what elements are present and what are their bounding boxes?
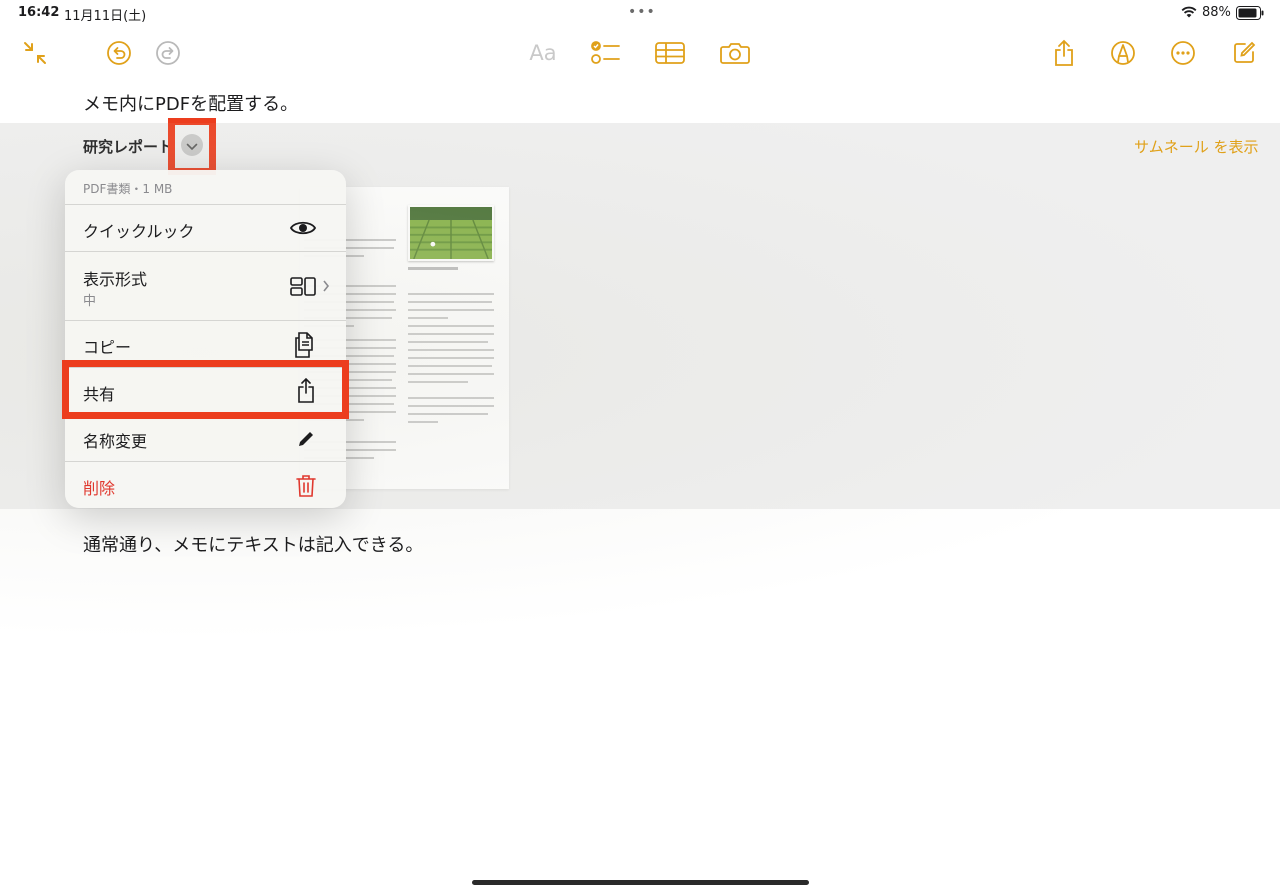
note-text-line-1[interactable]: メモ内にPDFを配置する。 xyxy=(83,90,298,116)
more-button[interactable] xyxy=(1163,33,1203,73)
pdf-text-line xyxy=(408,349,494,351)
share-note-button[interactable] xyxy=(1044,33,1084,73)
pdf-text-line xyxy=(408,301,492,303)
pdf-text-line xyxy=(408,357,494,359)
menu-item-delete[interactable]: 削除 xyxy=(65,461,346,508)
markup-button[interactable] xyxy=(1103,33,1143,73)
menu-item-rename[interactable]: 名称変更 xyxy=(65,414,346,461)
more-icon xyxy=(1170,40,1196,66)
home-indicator[interactable] xyxy=(472,880,809,885)
compose-icon xyxy=(1232,41,1256,65)
eye-icon xyxy=(290,219,316,237)
status-time: 16:42 xyxy=(18,5,60,20)
menu-item-label: 名称変更 xyxy=(83,432,148,451)
menu-item-view-as[interactable]: 表示形式 中 xyxy=(65,251,346,320)
show-thumbnails-link[interactable]: サムネール を表示 xyxy=(1134,136,1258,157)
multitask-dots[interactable]: ••• xyxy=(628,4,656,20)
share-icon xyxy=(1052,39,1076,67)
pdf-text-line xyxy=(408,365,492,367)
pdf-text-line xyxy=(408,317,448,319)
menu-item-label: コピー xyxy=(83,338,132,357)
format-label: Aa xyxy=(529,41,557,65)
menu-item-label: 表示形式 xyxy=(83,270,148,289)
redo-button[interactable] xyxy=(148,33,188,73)
highlight-box-share xyxy=(62,360,349,419)
undo-icon xyxy=(106,40,132,66)
note-text-line-2[interactable]: 通常通り、メモにテキストは記入できる。 xyxy=(83,531,423,557)
camera-icon xyxy=(720,41,750,65)
pdf-caption xyxy=(408,267,458,270)
highlight-box-chevron xyxy=(168,118,216,175)
checklist-button[interactable] xyxy=(586,33,626,73)
compose-button[interactable] xyxy=(1224,33,1264,73)
pdf-photo xyxy=(408,205,494,261)
format-button[interactable]: Aa xyxy=(523,33,563,73)
collapse-button[interactable] xyxy=(15,33,55,73)
menu-item-label: クイックルック xyxy=(83,222,195,241)
menu-item-sublabel: 中 xyxy=(83,294,97,309)
camera-button[interactable] xyxy=(715,33,755,73)
markup-icon xyxy=(1110,40,1136,66)
copy-icon xyxy=(294,332,316,358)
trash-icon xyxy=(296,474,316,498)
pdf-text-line xyxy=(408,325,494,327)
menu-header: PDF書類・1 MB xyxy=(83,182,173,196)
table-icon xyxy=(655,41,685,65)
pdf-text-line xyxy=(408,421,438,423)
status-date: 11月11日(土) xyxy=(64,9,147,24)
pdf-text-line xyxy=(408,373,494,375)
menu-item-label: 削除 xyxy=(83,479,116,498)
redo-icon xyxy=(155,40,181,66)
pdf-text-line xyxy=(408,405,494,407)
pdf-text-line xyxy=(408,381,468,383)
attachment-title: 研究レポート xyxy=(83,138,174,156)
wifi-icon xyxy=(1181,6,1197,22)
pdf-text-line xyxy=(408,309,494,311)
pdf-text-line xyxy=(408,293,494,295)
pdf-text-line xyxy=(408,333,494,335)
battery-percent: 88% xyxy=(1202,5,1231,20)
status-bar: 16:42 11月11日(土) ••• 88% xyxy=(0,0,1280,26)
layout-icon xyxy=(290,276,332,296)
collapse-icon xyxy=(22,40,48,66)
table-button[interactable] xyxy=(650,33,690,73)
pencil-icon xyxy=(296,429,316,449)
pdf-text-line xyxy=(408,413,488,415)
checklist-icon xyxy=(591,40,621,66)
pdf-text-line xyxy=(408,397,494,399)
pdf-text-line xyxy=(408,341,488,343)
attachment-context-menu: PDF書類・1 MB クイックルック 表示形式 中 コピー 共有 名称変更 削除 xyxy=(65,170,346,508)
battery-icon xyxy=(1236,6,1264,24)
undo-button[interactable] xyxy=(99,33,139,73)
menu-item-quick-look[interactable]: クイックルック xyxy=(65,204,346,251)
